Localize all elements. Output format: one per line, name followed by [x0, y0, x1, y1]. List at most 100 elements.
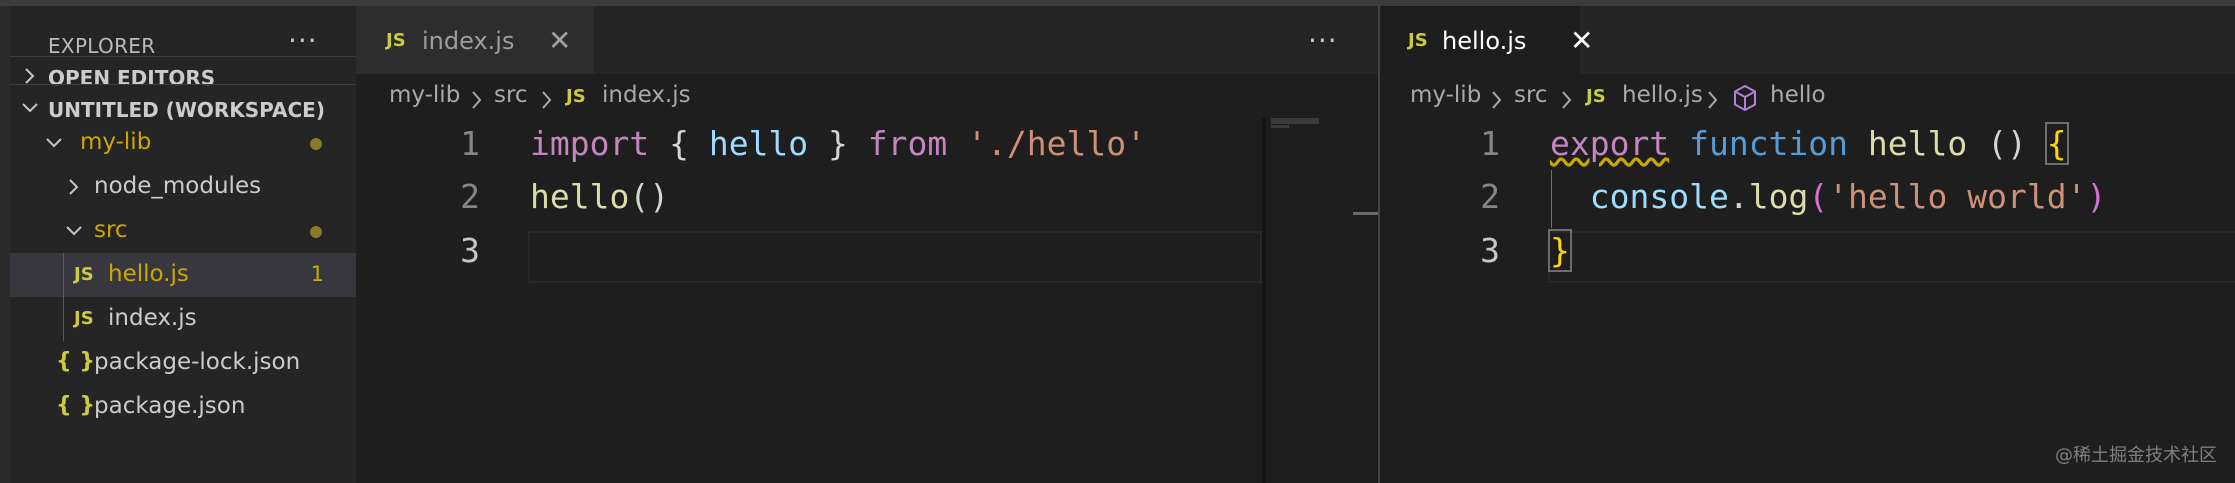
line-number: 1 — [1480, 124, 1500, 163]
modified-dot-icon — [310, 226, 322, 238]
current-line-highlight — [1548, 231, 2235, 283]
string-token: './hello' — [967, 124, 1146, 163]
json-file-icon: { } — [56, 393, 95, 418]
file-label: package.json — [94, 393, 246, 419]
explorer-more-actions-button[interactable]: ··· — [288, 24, 318, 57]
breadcrumb: my-lib src JS hello.js hello — [1380, 78, 2235, 118]
tree-folder-src[interactable]: src — [10, 209, 356, 253]
line-number: 1 — [460, 124, 480, 163]
breadcrumb: my-lib src JS index.js — [356, 78, 1256, 118]
code-line-2[interactable]: hello() — [530, 177, 669, 216]
keyword-token: from — [867, 124, 948, 163]
javascript-file-icon: JS — [566, 86, 586, 107]
line-number: 3 — [460, 231, 480, 270]
keyword-token: function — [1689, 124, 1849, 163]
minimap[interactable] — [1262, 118, 1379, 483]
close-icon[interactable]: ✕ — [1570, 24, 1593, 57]
scrollbar-thumb[interactable] — [1353, 212, 1379, 215]
right-tab-bar: JS hello.js ✕ — [1380, 6, 2235, 74]
keyword-token: import — [530, 124, 650, 163]
bracket-token: { — [2044, 122, 2069, 165]
function-token: log — [1748, 177, 1809, 216]
breadcrumb-item[interactable]: src — [1514, 82, 1548, 108]
function-token: hello — [530, 177, 630, 216]
line-number: 3 — [1480, 231, 1500, 270]
breadcrumb-item[interactable]: hello.js — [1622, 82, 1703, 108]
folder-label: node_modules — [94, 173, 262, 199]
tree-file-package-json[interactable]: { } package.json — [10, 385, 356, 429]
indent-guide — [63, 253, 64, 341]
tab-label: index.js — [422, 27, 515, 55]
chevron-right-icon — [472, 91, 482, 109]
folder-label: my-lib — [80, 129, 152, 155]
json-file-icon: { } — [56, 349, 95, 374]
symbol-method-icon — [1734, 84, 1756, 112]
minimap-line — [1271, 125, 1289, 128]
code-line-3[interactable]: } — [1548, 229, 1572, 272]
explorer-sidebar: EXPLORER ··· OPEN EDITORS UNTITLED (WORK… — [0, 6, 356, 483]
tab-index-js[interactable]: JS index.js ✕ — [356, 6, 594, 74]
minimap-line — [1271, 118, 1319, 124]
code-line-3[interactable] — [530, 231, 1250, 271]
punctuation-token: } — [808, 124, 868, 163]
breadcrumb-item[interactable]: hello — [1770, 82, 1826, 108]
javascript-file-icon: JS — [74, 308, 94, 329]
function-token: hello — [1867, 124, 1968, 163]
chevron-right-icon — [1708, 91, 1718, 109]
bracket-token: ) — [2086, 177, 2107, 216]
left-tab-bar: JS index.js ✕ ··· — [356, 6, 1378, 74]
punctuation-token: . — [1728, 177, 1749, 216]
bracket-token: } — [1548, 229, 1572, 272]
javascript-file-icon: JS — [1586, 86, 1606, 107]
tab-hello-js[interactable]: JS hello.js ✕ — [1380, 6, 1593, 74]
file-label: package-lock.json — [94, 349, 301, 375]
punctuation-token: { — [649, 124, 709, 163]
watermark: @稀土掘金技术社区 — [2055, 445, 2217, 466]
code-line-1[interactable]: export function hello () { — [1550, 122, 2069, 165]
chevron-right-icon — [542, 91, 552, 109]
file-label: hello.js — [108, 261, 189, 287]
close-icon[interactable]: ✕ — [548, 24, 571, 57]
file-label: index.js — [108, 305, 197, 331]
line-number: 2 — [1480, 177, 1500, 216]
minimap-shadow — [1262, 118, 1266, 483]
chevron-right-icon — [1492, 91, 1502, 109]
folder-label: src — [94, 217, 128, 243]
workspace-label: UNTITLED (WORKSPACE) — [48, 98, 325, 122]
identifier-token: console — [1589, 177, 1729, 216]
editor-more-actions-button[interactable]: ··· — [1308, 24, 1338, 57]
open-editors-label: OPEN EDITORS — [48, 66, 216, 90]
string-token: 'hello world' — [1828, 177, 2087, 216]
problem-count-badge: 1 — [310, 262, 324, 286]
chevron-down-icon — [46, 138, 62, 148]
javascript-file-icon: JS — [386, 30, 406, 51]
tree-folder-my-lib[interactable]: my-lib — [10, 121, 356, 165]
breadcrumb-item[interactable]: my-lib — [389, 82, 460, 108]
keyword-token: export — [1550, 124, 1670, 163]
code-line-2[interactable]: console.log('hello world') — [1550, 177, 2107, 216]
code-line-1[interactable]: import { hello } from './hello' — [530, 124, 1146, 163]
breadcrumb-item[interactable]: index.js — [602, 82, 691, 108]
chevron-right-icon — [69, 179, 79, 195]
tree-file-hello-js[interactable]: JS hello.js 1 — [10, 253, 356, 297]
tab-label: hello.js — [1442, 27, 1527, 55]
breadcrumb-item[interactable]: my-lib — [1410, 82, 1481, 108]
indent-guide — [1551, 170, 1552, 228]
chevron-right-icon — [25, 68, 35, 84]
tree-file-index-js[interactable]: JS index.js — [10, 297, 356, 341]
punctuation-token: () — [629, 177, 670, 216]
explorer-title: EXPLORER — [48, 34, 156, 58]
line-number: 2 — [460, 177, 480, 216]
chevron-down-icon — [66, 226, 82, 236]
chevron-right-icon — [1562, 91, 1572, 109]
breadcrumb-item[interactable]: src — [494, 82, 528, 108]
identifier-token: hello — [708, 124, 809, 163]
javascript-file-icon: JS — [74, 264, 94, 285]
modified-dot-icon — [310, 138, 322, 150]
tree-folder-node-modules[interactable]: node_modules — [10, 165, 356, 209]
tree-file-package-lock-json[interactable]: { } package-lock.json — [10, 341, 356, 385]
section-divider — [10, 56, 356, 57]
chevron-down-icon — [22, 103, 38, 113]
section-divider — [10, 84, 356, 85]
